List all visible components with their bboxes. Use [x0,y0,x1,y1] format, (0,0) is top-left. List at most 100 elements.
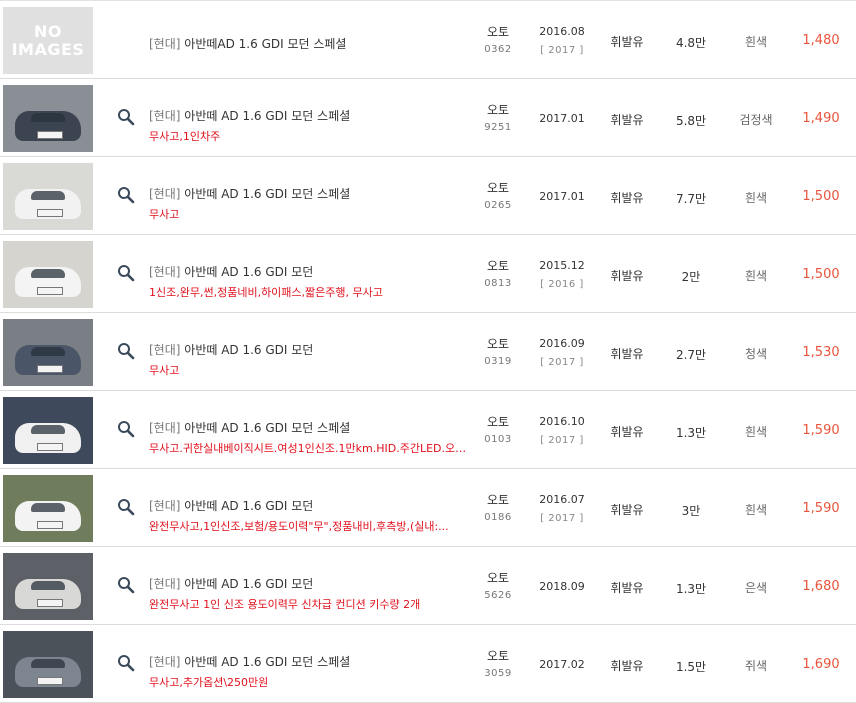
car-color: 흰색 [744,35,768,49]
registration-date: 2016.09 [539,337,585,350]
listing-note: 완전무사고 1인 신조 용도이력무 신차급 컨디션 키수량 2개 [149,598,421,611]
car-color: 은색 [744,581,768,595]
search-icon[interactable] [117,108,135,126]
listing-title[interactable]: [현대] 아반떼 AD 1.6 GDI 모던 [149,341,313,358]
search-icon[interactable] [117,654,135,672]
listing-title[interactable]: [현대] 아반떼 AD 1.6 GDI 모던 스페셜 [149,185,350,202]
search-icon[interactable] [117,264,135,282]
car-listing-list: NO IMAGES [현대] 아반떼AD 1.6 GDI 모던 스페셜 오토 0362 2… [0,0,856,703]
maker-label: [현대] [149,577,181,591]
listing-code: 0362 [484,44,512,55]
car-photo[interactable] [3,553,93,620]
model-name: 아반떼 AD 1.6 GDI 모던 [184,577,314,591]
car-photo-image [3,319,93,386]
listing-title[interactable]: [현대] 아반떼 AD 1.6 GDI 모던 [149,497,313,514]
search-icon[interactable] [117,576,135,594]
car-photo[interactable] [3,319,93,386]
transmission: 오토 [486,337,510,351]
listing-code: 3059 [484,668,512,679]
listing-title[interactable]: [현대] 아반떼 AD 1.6 GDI 모던 [149,575,313,592]
fuel-type: 휘발유 [610,35,644,49]
mileage: 5.8만 [675,114,707,128]
maker-label: [현대] [149,343,181,357]
model-name: 아반떼 AD 1.6 GDI 모던 [184,499,314,513]
car-color: 흰색 [744,503,768,517]
car-photo[interactable] [3,475,93,542]
car-color: 흰색 [744,425,768,439]
price: 1,590 [802,423,840,438]
car-photo[interactable] [3,397,93,464]
listing-row[interactable]: [현대] 아반떼 AD 1.6 GDI 모던 스페셜 무사고,1인차주 오토 9251… [0,79,856,157]
mileage: 1.3만 [675,426,707,440]
price: 1,500 [802,189,840,204]
listing-row[interactable]: [현대] 아반떼 AD 1.6 GDI 모던 완전무사고,1인신조,보험/용도이력… [0,469,856,547]
model-year: [ 2017 ] [540,45,584,56]
mileage: 7.7만 [675,192,707,206]
model-name: 아반떼 AD 1.6 GDI 모던 스페셜 [184,655,351,669]
fuel-type: 휘발유 [610,425,644,439]
car-photo[interactable] [3,631,93,698]
listing-note: 무사고,1인차주 [149,130,221,143]
listing-title[interactable]: [현대] 아반떼 AD 1.6 GDI 모던 스페셜 [149,419,350,436]
listing-title[interactable]: [현대] 아반떼AD 1.6 GDI 모던 스페셜 [149,35,346,52]
search-icon[interactable] [117,498,135,516]
car-color: 쥐색 [744,659,768,673]
car-photo[interactable] [3,241,93,308]
maker-label: [현대] [149,265,181,279]
listing-title[interactable]: [현대] 아반떼 AD 1.6 GDI 모던 스페셜 [149,107,350,124]
transmission: 오토 [486,25,510,39]
listing-title[interactable]: [현대] 아반떼 AD 1.6 GDI 모던 [149,263,313,280]
transmission: 오토 [486,259,510,273]
listing-code: 0265 [484,200,512,211]
price: 1,480 [802,33,840,48]
listing-row[interactable]: [현대] 아반떼 AD 1.6 GDI 모던 스페셜무사고,추가옵션\250만원… [0,625,856,703]
transmission: 오토 [486,571,510,585]
listing-row[interactable]: [현대] 아반떼 AD 1.6 GDI 모던 스페셜 무사고 오토 0265 2017.… [0,157,856,235]
fuel-type: 휘발유 [610,269,644,283]
model-name: 아반떼AD 1.6 GDI 모던 스페셜 [184,37,347,51]
listing-row[interactable]: [현대] 아반떼 AD 1.6 GDI 모던완전무사고 1인 신조 용도이력무 … [0,547,856,625]
car-photo-image [3,631,93,698]
search-icon[interactable] [117,186,135,204]
model-year: [ 2017 ] [540,357,584,368]
fuel-type: 휘발유 [610,581,644,595]
registration-date: 2017.01 [539,190,585,203]
registration-date: 2017.01 [539,112,585,125]
transmission: 오토 [486,181,510,195]
car-photo-image [3,553,93,620]
search-icon[interactable] [117,420,135,438]
price: 1,530 [802,345,840,360]
listing-row[interactable]: NO IMAGES [현대] 아반떼AD 1.6 GDI 모던 스페셜 오토 0362 2… [0,1,856,79]
car-photo-image [3,85,93,152]
listing-row[interactable]: [현대] 아반떼 AD 1.6 GDI 모던 스페셜 무사고.귀한실내베이직시트.… [0,391,856,469]
model-year: [ 2016 ] [540,279,584,290]
search-icon[interactable] [117,342,135,360]
mileage: 1.3만 [675,582,707,596]
listing-code: 0319 [484,356,512,367]
listing-code: 5626 [484,590,512,601]
maker-label: [현대] [149,37,181,51]
model-name: 아반떼 AD 1.6 GDI 모던 스페셜 [184,187,351,201]
registration-date: 2018.09 [539,580,585,593]
listing-code: 0103 [484,434,512,445]
maker-label: [현대] [149,187,181,201]
listing-row[interactable]: [현대] 아반떼 AD 1.6 GDI 모던 무사고 오토 0319 2016.09 [ … [0,313,856,391]
mileage: 2만 [681,270,701,284]
car-photo-image [3,241,93,308]
car-photo-placeholder[interactable]: NO IMAGES [3,7,93,74]
car-color: 검정색 [739,113,773,127]
maker-label: [현대] [149,109,181,123]
maker-label: [현대] [149,655,181,669]
fuel-type: 휘발유 [610,347,644,361]
transmission: 오토 [486,103,510,117]
car-color: 흰색 [744,269,768,283]
mileage: 3만 [681,504,701,518]
car-photo-image [3,475,93,542]
listing-title[interactable]: [현대] 아반떼 AD 1.6 GDI 모던 스페셜 [149,653,350,670]
price: 1,680 [802,579,840,594]
listing-note: 무사고,추가옵션\250만원 [149,676,269,689]
listing-row[interactable]: [현대] 아반떼 AD 1.6 GDI 모던 1신조,완무,썬,정품네비,하이패스… [0,235,856,313]
car-photo[interactable] [3,85,93,152]
car-photo[interactable] [3,163,93,230]
car-color: 청색 [744,347,768,361]
